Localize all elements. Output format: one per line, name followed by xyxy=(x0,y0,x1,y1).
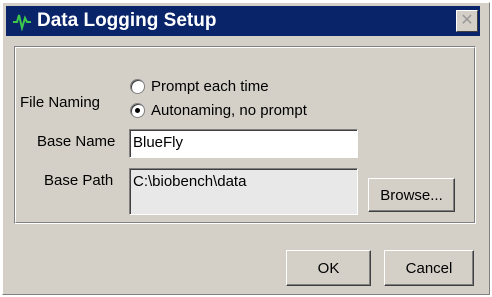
close-icon: ✕ xyxy=(460,12,474,29)
ok-button[interactable]: OK xyxy=(286,250,371,286)
radio-label-prompt: Prompt each time xyxy=(151,78,269,95)
waveform-icon xyxy=(13,14,31,31)
radio-prompt-each-time[interactable]: Prompt each time xyxy=(130,78,269,95)
base-path-field[interactable]: C:\biobench\data xyxy=(129,168,358,215)
base-name-label: Base Name xyxy=(37,133,116,150)
cancel-button[interactable]: Cancel xyxy=(384,250,474,286)
base-name-field[interactable]: BlueFly xyxy=(129,129,358,158)
title-bar[interactable]: Data Logging Setup ✕ xyxy=(6,6,480,36)
browse-button[interactable]: Browse... xyxy=(368,178,455,212)
close-button[interactable]: ✕ xyxy=(456,10,478,32)
window-title: Data Logging Setup xyxy=(37,10,217,31)
base-path-label: Base Path xyxy=(44,172,114,189)
radio-autonaming[interactable]: Autonaming, no prompt xyxy=(130,102,307,119)
radio-label-autonaming: Autonaming, no prompt xyxy=(151,102,307,119)
file-naming-label: File Naming xyxy=(20,94,101,111)
radio-button-autonaming[interactable] xyxy=(130,103,145,118)
radio-button-prompt[interactable] xyxy=(130,79,145,94)
